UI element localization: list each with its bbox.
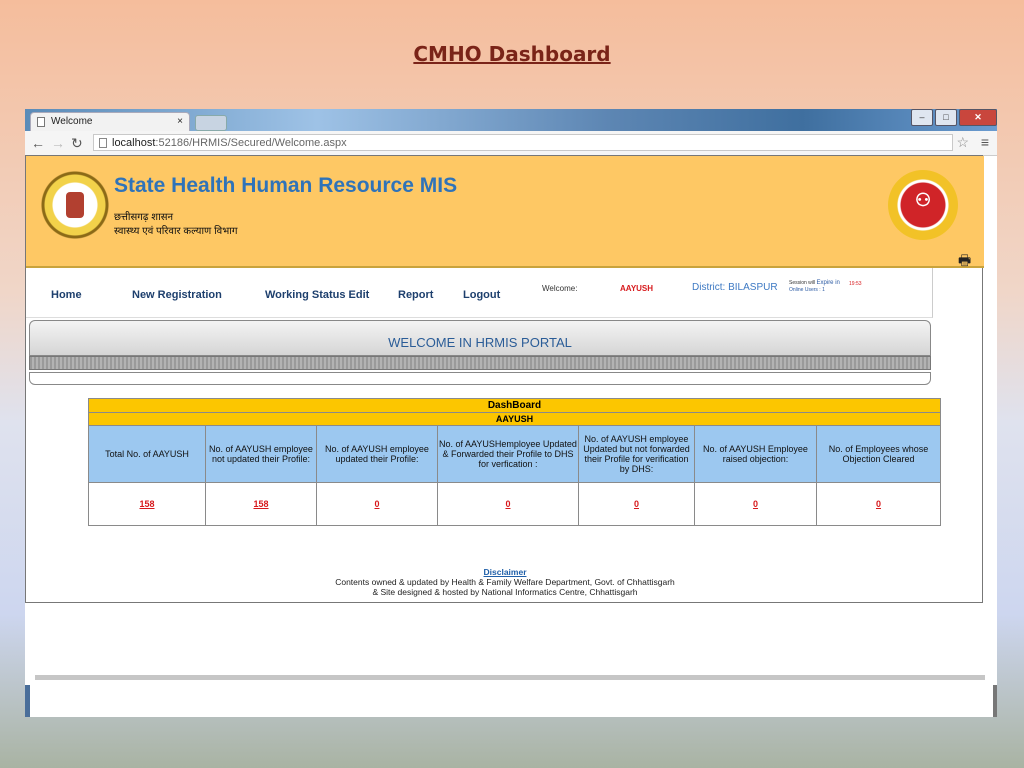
- nav-logout[interactable]: Logout: [463, 289, 500, 301]
- table-row: 158 158 0 0 0 0 0: [88, 482, 941, 526]
- header-objection-cleared: No. of Employees whose Objection Cleared: [816, 425, 941, 483]
- welcome-label: Welcome:: [542, 284, 578, 293]
- cell-forwarded: 0: [437, 482, 579, 526]
- banner-divider: [29, 356, 931, 370]
- cell-not-updated: 158: [205, 482, 317, 526]
- site-footer: Disclaimer Contents owned & updated by H…: [26, 567, 984, 597]
- objection-link[interactable]: 0: [753, 499, 758, 509]
- reload-icon[interactable]: ↻: [71, 135, 83, 152]
- nrhm-logo: ⚇: [888, 170, 958, 240]
- nav-report[interactable]: Report: [398, 289, 433, 301]
- right-edge-strip: [993, 685, 997, 717]
- welcome-banner: WELCOME IN HRMIS PORTAL: [29, 320, 931, 356]
- page-blank-area: [25, 603, 997, 717]
- objection-cleared-link[interactable]: 0: [876, 499, 881, 509]
- table-header-row: Total No. of AAYUSH No. of AAYUSH employ…: [88, 425, 941, 483]
- not-forwarded-link[interactable]: 0: [634, 499, 639, 509]
- back-icon[interactable]: ←: [31, 135, 45, 151]
- header-forwarded: No. of AAYUSHemployee Updated & Forwarde…: [437, 425, 579, 483]
- cell-not-forwarded: 0: [578, 482, 695, 526]
- address-bar: ← → ↻ localhost:52186/HRMIS/Secured/Welc…: [25, 131, 997, 156]
- bookmark-star-icon[interactable]: ☆: [956, 134, 969, 151]
- url-path: :52186/HRMIS/Secured/Welcome.aspx: [155, 137, 347, 149]
- cell-updated: 0: [316, 482, 438, 526]
- footer-line-1: Contents owned & updated by Health & Fam…: [335, 577, 675, 587]
- cell-objection: 0: [694, 482, 817, 526]
- header-not-updated: No. of AAYUSH employee not updated their…: [205, 425, 317, 483]
- url-input[interactable]: localhost:52186/HRMIS/Secured/Welcome.as…: [93, 134, 953, 151]
- cell-total: 158: [88, 482, 206, 526]
- dashboard-table: DashBoard AAYUSH Total No. of AAYUSH No.…: [88, 398, 941, 526]
- tab-welcome[interactable]: Welcome ×: [30, 112, 190, 131]
- slide-title: CMHO Dashboard: [413, 42, 611, 66]
- printer-icon[interactable]: 🖶: [958, 250, 971, 274]
- tab-close-icon[interactable]: ×: [177, 113, 183, 131]
- session-expiry-text: Session will Expire in: [789, 280, 840, 286]
- footer-line-2: & Site designed & hosted by National Inf…: [372, 587, 638, 597]
- new-tab-button[interactable]: [195, 115, 227, 131]
- not-updated-link[interactable]: 158: [253, 499, 268, 509]
- nav-home[interactable]: Home: [51, 289, 82, 301]
- nav-working-status-edit[interactable]: Working Status Edit: [265, 289, 369, 301]
- header-updated: No. of AAYUSH employee updated their Pro…: [316, 425, 438, 483]
- minimize-button[interactable]: –: [911, 109, 933, 126]
- forwarded-link[interactable]: 0: [505, 499, 510, 509]
- header-objection: No. of AAYUSH Employee raised objection:: [694, 425, 817, 483]
- tab-bar: Welcome × – □ ✕: [25, 109, 997, 131]
- cell-objection-cleared: 0: [816, 482, 941, 526]
- updated-link[interactable]: 0: [374, 499, 379, 509]
- header-not-forwarded: No. of AAYUSH employee Updated but not f…: [578, 425, 695, 483]
- department-name: स्वास्थ्य एवं परिवार कल्याण विभाग: [114, 226, 238, 237]
- window-controls: – □ ✕: [909, 109, 997, 126]
- chhattisgarh-emblem-logo: [40, 170, 110, 240]
- online-users: Online Users : 1: [789, 287, 825, 293]
- govt-name: छत्तीसगढ़ शासन: [114, 212, 174, 223]
- forward-icon[interactable]: →: [51, 135, 65, 151]
- district-label: District: BILASPUR: [692, 282, 778, 293]
- url-host: localhost: [112, 137, 156, 149]
- dashboard-subtitle: AAYUSH: [88, 412, 941, 426]
- nav-new-registration[interactable]: New Registration: [132, 289, 222, 301]
- page-icon: [99, 138, 107, 148]
- user-name: AAYUSH: [620, 284, 654, 293]
- total-link[interactable]: 158: [139, 499, 154, 509]
- dashboard-title: DashBoard: [88, 398, 941, 413]
- left-edge-strip: [25, 685, 30, 717]
- disclaimer-link[interactable]: Disclaimer: [26, 567, 984, 577]
- site-title: State Health Human Resource MIS: [114, 174, 458, 197]
- menu-icon[interactable]: ≡: [981, 134, 989, 150]
- nav-bar: Home New Registration Working Status Edi…: [26, 268, 933, 318]
- close-window-button[interactable]: ✕: [959, 109, 997, 126]
- session-timer: 19:53: [849, 281, 862, 287]
- tab-title: Welcome: [51, 116, 93, 127]
- page-icon: [37, 117, 45, 127]
- site-header: State Health Human Resource MIS छत्तीसगढ…: [26, 156, 984, 268]
- horizontal-scrollbar[interactable]: [35, 675, 985, 680]
- browser-window: Welcome × – □ ✕ ← → ↻ localhost:52186/HR…: [25, 109, 997, 717]
- site-content: State Health Human Resource MIS छत्तीसगढ…: [25, 155, 984, 603]
- maximize-button[interactable]: □: [935, 109, 957, 126]
- header-total: Total No. of AAYUSH: [88, 425, 206, 483]
- banner-bottom-bar: [29, 372, 931, 385]
